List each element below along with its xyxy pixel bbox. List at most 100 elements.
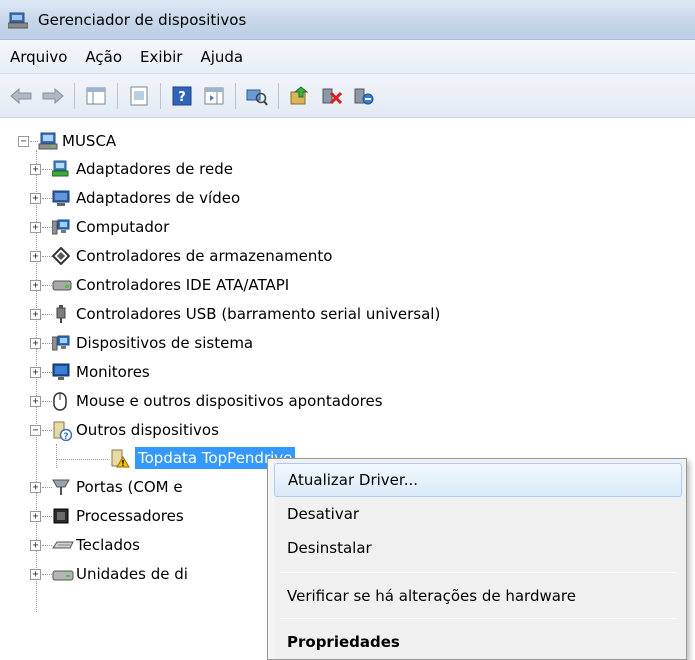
tree-category-label: Mouse e outros dispositivos apontadores (76, 392, 383, 410)
expand-icon[interactable]: + (30, 367, 41, 378)
unknown-device-icon: ? (52, 421, 73, 442)
tree-root[interactable]: − MUSCA (0, 128, 300, 156)
scan-hardware-menu-item[interactable]: Verificar se há alterações de hardware (274, 579, 682, 613)
tree-category[interactable]: + Mouse e outros dispositivos apontadore… (0, 388, 600, 416)
tree-category-label: Adaptadores de rede (76, 160, 233, 178)
tree-line (42, 256, 52, 257)
tree-category-label: Controladores IDE ATA/ATAPI (76, 276, 290, 294)
tree-line (42, 198, 52, 199)
collapse-icon[interactable]: − (30, 425, 41, 436)
tree-line (42, 574, 52, 575)
tree-category[interactable]: + Adaptadores de vídeo (0, 185, 600, 213)
action-pane-icon[interactable] (201, 83, 227, 109)
scan-hardware-icon[interactable] (244, 83, 270, 109)
disk-drive-icon (52, 565, 74, 583)
tree-category[interactable]: − ? Outros dispositivos (0, 417, 600, 445)
disable-menu-item[interactable]: Desativar (274, 497, 682, 531)
computer-icon (51, 218, 70, 236)
tree-category[interactable]: + Controladores IDE ATA/ATAPI (0, 272, 600, 300)
toolbar-separator (160, 82, 161, 109)
uninstall-icon[interactable] (319, 83, 345, 109)
menu-acao[interactable]: Ação (81, 48, 132, 66)
tree-category-label: Unidades de di (76, 565, 188, 583)
expand-icon[interactable]: + (30, 280, 41, 291)
tree-category-label: Monitores (76, 363, 150, 381)
tree-category-label: Portas (COM e (76, 478, 183, 496)
tree-category[interactable]: + Computador (0, 214, 600, 242)
tree-line (42, 227, 52, 228)
update-driver-icon[interactable] (287, 83, 313, 109)
toolbar-separator (278, 82, 279, 109)
expand-icon[interactable]: + (30, 164, 41, 175)
svg-text:?: ? (178, 90, 186, 105)
menu-separator (280, 572, 676, 573)
tree-category[interactable]: + Dispositivos de sistema (0, 330, 600, 358)
toolbar-separator (74, 82, 75, 109)
mouse-icon (52, 392, 70, 411)
system-devices-icon (51, 334, 70, 352)
properties-icon[interactable] (126, 83, 152, 109)
tree-category-label: Controladores USB (barramento serial uni… (76, 305, 441, 323)
tree-line (30, 141, 38, 142)
tree-category-label: Adaptadores de vídeo (76, 189, 241, 207)
tree-category[interactable]: + Adaptadores de rede (0, 156, 600, 184)
tree-category-label: Dispositivos de sistema (76, 334, 254, 352)
menu-ajuda[interactable]: Ajuda (196, 48, 253, 66)
tree-category-label: Computador (76, 218, 170, 236)
tree-category-label: Controladores de armazenamento (76, 247, 333, 265)
expand-icon[interactable]: + (30, 251, 41, 262)
expand-icon[interactable]: + (30, 482, 41, 493)
tree-line (42, 314, 52, 315)
help-icon[interactable]: ? (169, 83, 195, 109)
expand-icon[interactable]: + (30, 338, 41, 349)
tree-category-label: Teclados (76, 536, 140, 554)
keyboard-icon (52, 536, 74, 554)
tree-line (42, 545, 52, 546)
ports-icon (52, 478, 70, 496)
tree-line (42, 285, 52, 286)
tree-line (42, 487, 52, 488)
tree-line (42, 401, 52, 402)
context-menu: Atualizar Driver... Desativar Desinstala… (267, 458, 687, 660)
menu-bar: Arquivo Ação Exibir Ajuda (0, 40, 695, 74)
tree-category[interactable]: + Controladores de armazenamento (0, 243, 600, 271)
tree-line (42, 430, 52, 431)
expand-icon[interactable]: + (30, 309, 41, 320)
expand-icon[interactable]: + (30, 396, 41, 407)
collapse-icon[interactable]: − (18, 136, 29, 147)
tree-category-label: Processadores (76, 507, 184, 525)
menu-exibir[interactable]: Exibir (136, 48, 192, 66)
computer-root-icon (38, 132, 58, 150)
toolbar: ? (0, 74, 695, 118)
show-hide-tree-icon[interactable] (83, 83, 109, 109)
properties-menu-item[interactable]: Propriedades (274, 625, 682, 659)
svg-text:?: ? (63, 432, 68, 441)
forward-arrow-icon[interactable] (40, 83, 66, 109)
disable-icon[interactable] (351, 83, 377, 109)
expand-icon[interactable]: + (30, 222, 41, 233)
device-manager-icon (7, 11, 29, 29)
expand-icon[interactable]: + (30, 193, 41, 204)
tree-category[interactable]: + Monitores (0, 359, 600, 387)
monitor-icon (52, 363, 70, 381)
ide-controller-icon (52, 276, 72, 294)
network-adapter-icon (51, 160, 70, 178)
expand-icon[interactable]: + (30, 511, 41, 522)
tree-line (42, 343, 52, 344)
update-driver-menu-item[interactable]: Atualizar Driver... (274, 463, 682, 497)
tree-category[interactable]: + Controladores USB (barramento serial u… (0, 301, 600, 329)
processor-icon (52, 507, 70, 525)
uninstall-menu-item[interactable]: Desinstalar (274, 531, 682, 565)
menu-separator (280, 618, 676, 619)
warning-device-icon: ! (110, 449, 130, 468)
back-arrow-icon[interactable] (8, 83, 34, 109)
tree-root-label: MUSCA (62, 132, 117, 150)
toolbar-separator (235, 82, 236, 109)
menu-arquivo[interactable]: Arquivo (6, 48, 77, 66)
title-bar: Gerenciador de dispositivos (0, 0, 695, 40)
tree-line (42, 372, 52, 373)
expand-icon[interactable]: + (30, 569, 41, 580)
tree-category-label: Outros dispositivos (76, 421, 219, 439)
display-adapter-icon (52, 189, 70, 207)
expand-icon[interactable]: + (30, 540, 41, 551)
